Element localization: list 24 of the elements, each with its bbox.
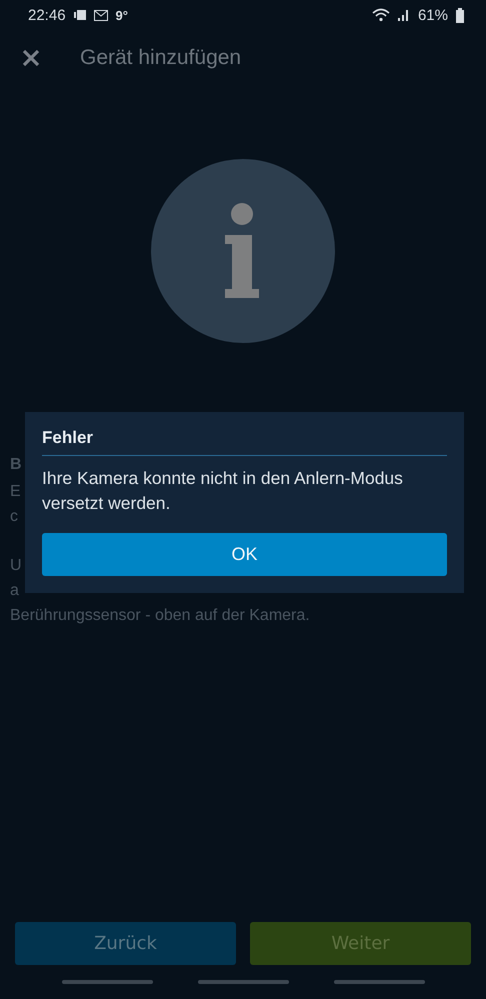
wifi-icon xyxy=(372,8,390,22)
time: 22:46 xyxy=(28,6,66,24)
battery-icon xyxy=(456,8,464,22)
instruction-text: Berührungssensor - oben auf der Kamera. xyxy=(10,606,310,626)
temperature: 9° xyxy=(116,8,128,22)
dialog-title: Fehler xyxy=(42,428,447,456)
instruction-text: U xyxy=(10,556,22,576)
dialog-message: Ihre Kamera konnte nicht in den Anlern-Modus versetzt werden. xyxy=(42,467,404,515)
mail-icon xyxy=(94,10,108,20)
ok-button[interactable]: OK xyxy=(42,533,447,576)
section-heading: B xyxy=(10,455,22,475)
info-icon xyxy=(151,159,335,343)
page-title: Gerät hinzufügen xyxy=(80,46,242,70)
signal-icon xyxy=(398,9,410,21)
nav-handle[interactable] xyxy=(198,980,288,984)
instruction-text: E xyxy=(10,482,21,502)
battery-level: 61% xyxy=(418,6,448,24)
close-icon[interactable] xyxy=(22,49,40,67)
nav-handle[interactable] xyxy=(334,980,424,984)
notification-icon xyxy=(74,10,86,20)
instruction-text: a xyxy=(10,581,19,601)
instruction-text: c xyxy=(10,507,18,527)
nav-handle[interactable] xyxy=(62,980,152,984)
back-button[interactable]: Zurück xyxy=(15,922,236,965)
